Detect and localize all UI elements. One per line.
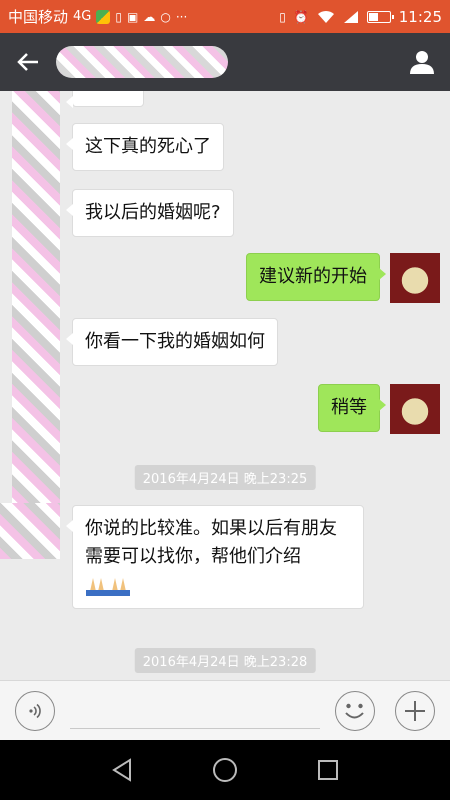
message-text: 我以后的婚姻呢? bbox=[85, 202, 221, 223]
chat-area[interactable]: 这下真的死心了 我以后的婚姻呢? 建议新的开始 你看一下我的婚姻如何 稍等 20… bbox=[0, 91, 450, 680]
cloud-icon: ☁ bbox=[143, 9, 156, 24]
message-text: 这下真的死心了 bbox=[85, 136, 211, 157]
status-bar: 中国移动 4G ▯ ▣ ☁ ○ ··· ▯ ⏰ 11:25 bbox=[0, 0, 450, 33]
message-bubble-outgoing[interactable]: 稍等 bbox=[318, 384, 386, 432]
message-bubble-outgoing[interactable]: 建议新的开始 bbox=[246, 253, 386, 301]
signal-icon bbox=[343, 10, 358, 23]
app-icon bbox=[96, 9, 111, 24]
more-icon: ··· bbox=[175, 9, 188, 24]
message-text: 你看一下我的婚姻如何 bbox=[85, 331, 265, 352]
sim-icon: ▯ bbox=[115, 9, 122, 24]
image-icon: ▣ bbox=[126, 9, 139, 24]
message-bubble-incoming[interactable]: 你说的比较准。如果以后有朋友需要可以找你，帮他们介绍 bbox=[66, 505, 364, 609]
nav-recents-button[interactable] bbox=[308, 750, 348, 790]
message-bubble-incoming[interactable]: 你看一下我的婚姻如何 bbox=[66, 318, 278, 366]
emoji-button[interactable] bbox=[335, 691, 375, 731]
wifi-icon bbox=[317, 10, 334, 23]
message-bubble-incoming[interactable]: 我以后的婚姻呢? bbox=[66, 189, 234, 237]
message-text: 你说的比较准。如果以后有朋友需要可以找你，帮他们介绍 bbox=[85, 518, 337, 567]
contact-avatar-redacted bbox=[12, 91, 60, 531]
person-icon bbox=[410, 51, 434, 74]
vibrate-icon: ▯ bbox=[279, 9, 286, 24]
voice-icon bbox=[29, 703, 41, 719]
emoji-icon bbox=[345, 703, 364, 719]
message-text: 建议新的开始 bbox=[259, 266, 367, 287]
clock-time: 11:25 bbox=[398, 7, 442, 26]
message-bubble-partial bbox=[66, 91, 144, 108]
carrier-label: 中国移动 bbox=[8, 8, 69, 26]
back-triangle-icon bbox=[111, 758, 131, 782]
nav-back-button[interactable] bbox=[102, 750, 142, 790]
home-circle-icon bbox=[212, 758, 237, 782]
chat-info-button[interactable] bbox=[394, 33, 450, 91]
back-button[interactable] bbox=[0, 33, 56, 91]
message-input-underline[interactable] bbox=[70, 728, 320, 729]
self-avatar[interactable] bbox=[390, 253, 440, 303]
title-bar bbox=[0, 33, 450, 91]
chat-title-redacted bbox=[56, 46, 228, 78]
timestamp: 2016年4月24日 晚上23:28 bbox=[134, 648, 316, 673]
timestamp: 2016年4月24日 晚上23:25 bbox=[134, 465, 316, 490]
more-options-button[interactable] bbox=[395, 691, 435, 731]
plus-icon bbox=[405, 701, 425, 721]
network-label: 4G bbox=[73, 9, 92, 24]
circle-icon: ○ bbox=[160, 9, 171, 24]
alarm-icon: ⏰ bbox=[293, 9, 309, 24]
self-avatar[interactable] bbox=[390, 384, 440, 434]
contact-avatar-redacted bbox=[0, 503, 60, 559]
nav-home-button[interactable] bbox=[205, 750, 245, 790]
system-nav-bar bbox=[0, 740, 450, 800]
voice-button[interactable] bbox=[15, 691, 55, 731]
recents-square-icon bbox=[318, 760, 339, 780]
back-arrow-icon bbox=[17, 53, 38, 71]
message-text: 稍等 bbox=[331, 397, 367, 418]
input-bar bbox=[0, 680, 450, 740]
battery-icon bbox=[366, 10, 394, 23]
message-bubble-incoming[interactable]: 这下真的死心了 bbox=[66, 123, 224, 171]
folded-hands-emoji bbox=[86, 578, 130, 596]
